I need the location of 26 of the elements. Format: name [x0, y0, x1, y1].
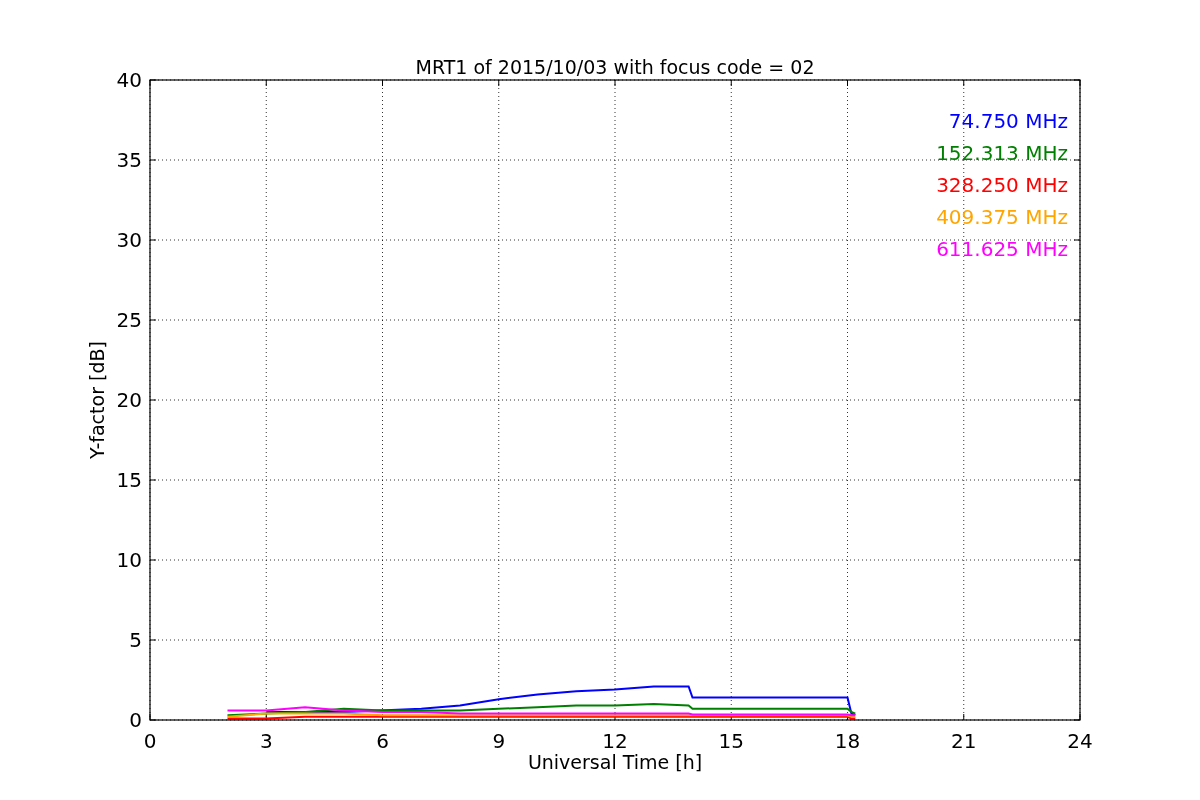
legend-label: 152.313 MHz [936, 141, 1068, 165]
x-tick-label: 15 [718, 729, 744, 753]
y-tick-label: 30 [116, 228, 142, 252]
legend-label: 611.625 MHz [936, 237, 1068, 261]
legend-label: 328.250 MHz [936, 173, 1068, 197]
y-tick-label: 5 [129, 628, 142, 652]
chart-title: MRT1 of 2015/10/03 with focus code = 02 [415, 56, 815, 78]
legend-label: 409.375 MHz [936, 205, 1068, 229]
y-tick-label: 35 [116, 148, 142, 172]
y-tick-label: 20 [116, 388, 142, 412]
y-tick-label: 0 [129, 708, 142, 732]
legend-label: 74.750 MHz [948, 109, 1068, 133]
x-tick-label: 18 [834, 729, 861, 753]
y-tick-label: 10 [116, 548, 142, 572]
x-tick-label: 6 [376, 729, 389, 753]
x-tick-label: 12 [602, 729, 628, 753]
x-tick-label: 3 [259, 729, 273, 753]
y-tick-label: 40 [116, 68, 142, 92]
y-tick-label: 15 [116, 468, 142, 492]
x-tick-label: 21 [951, 729, 977, 753]
x-axis-title: Universal Time [h] [527, 751, 703, 773]
x-tick-label: 9 [492, 729, 506, 753]
y-axis-title: Y-factor [dB] [86, 341, 108, 459]
y-tick-label: 25 [116, 308, 142, 332]
x-tick-label: 24 [1067, 729, 1093, 753]
x-tick-label: 0 [143, 729, 157, 753]
